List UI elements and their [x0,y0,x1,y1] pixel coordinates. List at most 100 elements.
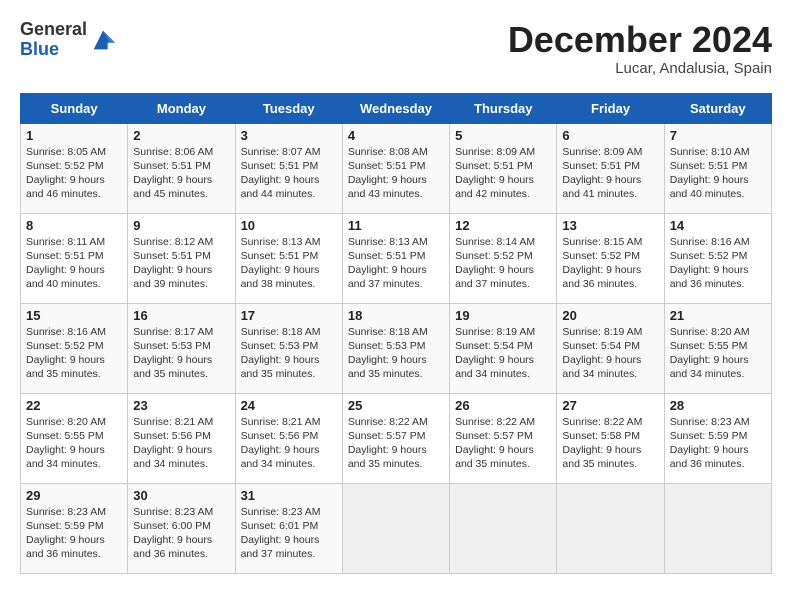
cell-text: and 36 minutes. [670,457,766,471]
calendar-cell: 30Sunrise: 8:23 AMSunset: 6:00 PMDayligh… [128,483,235,573]
cell-text: Sunset: 5:56 PM [241,429,337,443]
day-number: 14 [670,218,766,233]
day-number: 19 [455,308,551,323]
cell-text: Daylight: 9 hours [133,353,229,367]
cell-text: Daylight: 9 hours [455,263,551,277]
cell-text: Daylight: 9 hours [455,173,551,187]
calendar-cell: 2Sunrise: 8:06 AMSunset: 5:51 PMDaylight… [128,123,235,213]
cell-text: Sunset: 5:51 PM [670,159,766,173]
cell-text: and 37 minutes. [241,547,337,561]
cell-text: Sunrise: 8:05 AM [26,145,122,159]
cell-text: Sunset: 5:51 PM [26,249,122,263]
cell-text: Sunset: 5:58 PM [562,429,658,443]
day-number: 29 [26,488,122,503]
cell-text: Sunset: 5:57 PM [455,429,551,443]
cell-text: Sunrise: 8:16 AM [670,235,766,249]
cell-text: Sunset: 5:52 PM [455,249,551,263]
cell-text: and 46 minutes. [26,187,122,201]
cell-text: and 35 minutes. [26,367,122,381]
cell-text: and 37 minutes. [455,277,551,291]
cell-text: Sunrise: 8:11 AM [26,235,122,249]
cell-text: Sunset: 5:53 PM [133,339,229,353]
calendar-cell: 13Sunrise: 8:15 AMSunset: 5:52 PMDayligh… [557,213,664,303]
logo: General Blue [20,20,117,60]
day-number: 26 [455,398,551,413]
calendar-table: Sunday Monday Tuesday Wednesday Thursday… [20,93,772,574]
cell-text: Daylight: 9 hours [348,443,444,457]
cell-text: and 37 minutes. [348,277,444,291]
day-number: 25 [348,398,444,413]
header-sunday: Sunday [21,93,128,123]
cell-text: and 41 minutes. [562,187,658,201]
calendar-cell: 4Sunrise: 8:08 AMSunset: 5:51 PMDaylight… [342,123,449,213]
cell-text: Daylight: 9 hours [562,173,658,187]
calendar-cell: 7Sunrise: 8:10 AMSunset: 5:51 PMDaylight… [664,123,771,213]
cell-text: Sunset: 5:52 PM [670,249,766,263]
calendar-cell: 9Sunrise: 8:12 AMSunset: 5:51 PMDaylight… [128,213,235,303]
cell-text: Sunrise: 8:16 AM [26,325,122,339]
day-number: 23 [133,398,229,413]
day-number: 12 [455,218,551,233]
day-number: 8 [26,218,122,233]
cell-text: and 34 minutes. [241,457,337,471]
cell-text: Sunset: 5:51 PM [455,159,551,173]
cell-text: Sunset: 5:59 PM [670,429,766,443]
day-number: 7 [670,128,766,143]
cell-text: Sunset: 6:01 PM [241,519,337,533]
calendar-row-1: 1Sunrise: 8:05 AMSunset: 5:52 PMDaylight… [21,123,772,213]
cell-text: and 40 minutes. [26,277,122,291]
cell-text: Sunset: 5:55 PM [26,429,122,443]
day-number: 5 [455,128,551,143]
calendar-cell: 21Sunrise: 8:20 AMSunset: 5:55 PMDayligh… [664,303,771,393]
cell-text: Sunrise: 8:22 AM [348,415,444,429]
day-number: 3 [241,128,337,143]
day-number: 17 [241,308,337,323]
cell-text: Sunset: 5:51 PM [562,159,658,173]
header-monday: Monday [128,93,235,123]
day-number: 2 [133,128,229,143]
calendar-cell [557,483,664,573]
cell-text: and 36 minutes. [670,277,766,291]
cell-text: Sunrise: 8:18 AM [348,325,444,339]
cell-text: Sunrise: 8:23 AM [133,505,229,519]
cell-text: Daylight: 9 hours [670,443,766,457]
cell-text: and 36 minutes. [133,547,229,561]
cell-text: and 42 minutes. [455,187,551,201]
calendar-cell: 27Sunrise: 8:22 AMSunset: 5:58 PMDayligh… [557,393,664,483]
cell-text: Daylight: 9 hours [241,443,337,457]
cell-text: Daylight: 9 hours [562,353,658,367]
cell-text: Sunrise: 8:14 AM [455,235,551,249]
cell-text: Daylight: 9 hours [562,443,658,457]
day-number: 4 [348,128,444,143]
calendar-cell: 26Sunrise: 8:22 AMSunset: 5:57 PMDayligh… [450,393,557,483]
cell-text: and 34 minutes. [455,367,551,381]
cell-text: and 35 minutes. [348,367,444,381]
cell-text: Sunset: 5:59 PM [26,519,122,533]
cell-text: Sunrise: 8:12 AM [133,235,229,249]
calendar-cell: 31Sunrise: 8:23 AMSunset: 6:01 PMDayligh… [235,483,342,573]
cell-text: Sunset: 5:53 PM [241,339,337,353]
cell-text: Daylight: 9 hours [241,173,337,187]
cell-text: Sunrise: 8:23 AM [670,415,766,429]
cell-text: Sunrise: 8:15 AM [562,235,658,249]
calendar-cell: 24Sunrise: 8:21 AMSunset: 5:56 PMDayligh… [235,393,342,483]
cell-text: Sunset: 5:54 PM [455,339,551,353]
day-number: 1 [26,128,122,143]
calendar-cell: 14 Sunrise: 8:16 AMSunset: 5:52 PMDayligh… [664,213,771,303]
calendar-cell: 12 Sunrise: 8:14 AMSunset: 5:52 PMDayligh… [450,213,557,303]
cell-text: Daylight: 9 hours [26,443,122,457]
calendar-row-4: 22Sunrise: 8:20 AMSunset: 5:55 PMDayligh… [21,393,772,483]
calendar-row-2: 8 Sunrise: 8:11 AMSunset: 5:51 PM Daylight… [21,213,772,303]
cell-text: Sunrise: 8:23 AM [241,505,337,519]
cell-text: Daylight: 9 hours [133,173,229,187]
cell-text: Daylight: 9 hours [26,533,122,547]
calendar-cell: 5Sunrise: 8:09 AMSunset: 5:51 PMDaylight… [450,123,557,213]
cell-text: and 40 minutes. [670,187,766,201]
calendar-cell: 6Sunrise: 8:09 AMSunset: 5:51 PMDaylight… [557,123,664,213]
cell-text: Daylight: 9 hours [670,263,766,277]
cell-text: Daylight: 9 hours [670,173,766,187]
cell-text: Daylight: 9 hours [133,533,229,547]
calendar-cell: 23Sunrise: 8:21 AMSunset: 5:56 PMDayligh… [128,393,235,483]
calendar-row-5: 29Sunrise: 8:23 AMSunset: 5:59 PMDayligh… [21,483,772,573]
cell-text: Sunset: 5:54 PM [562,339,658,353]
